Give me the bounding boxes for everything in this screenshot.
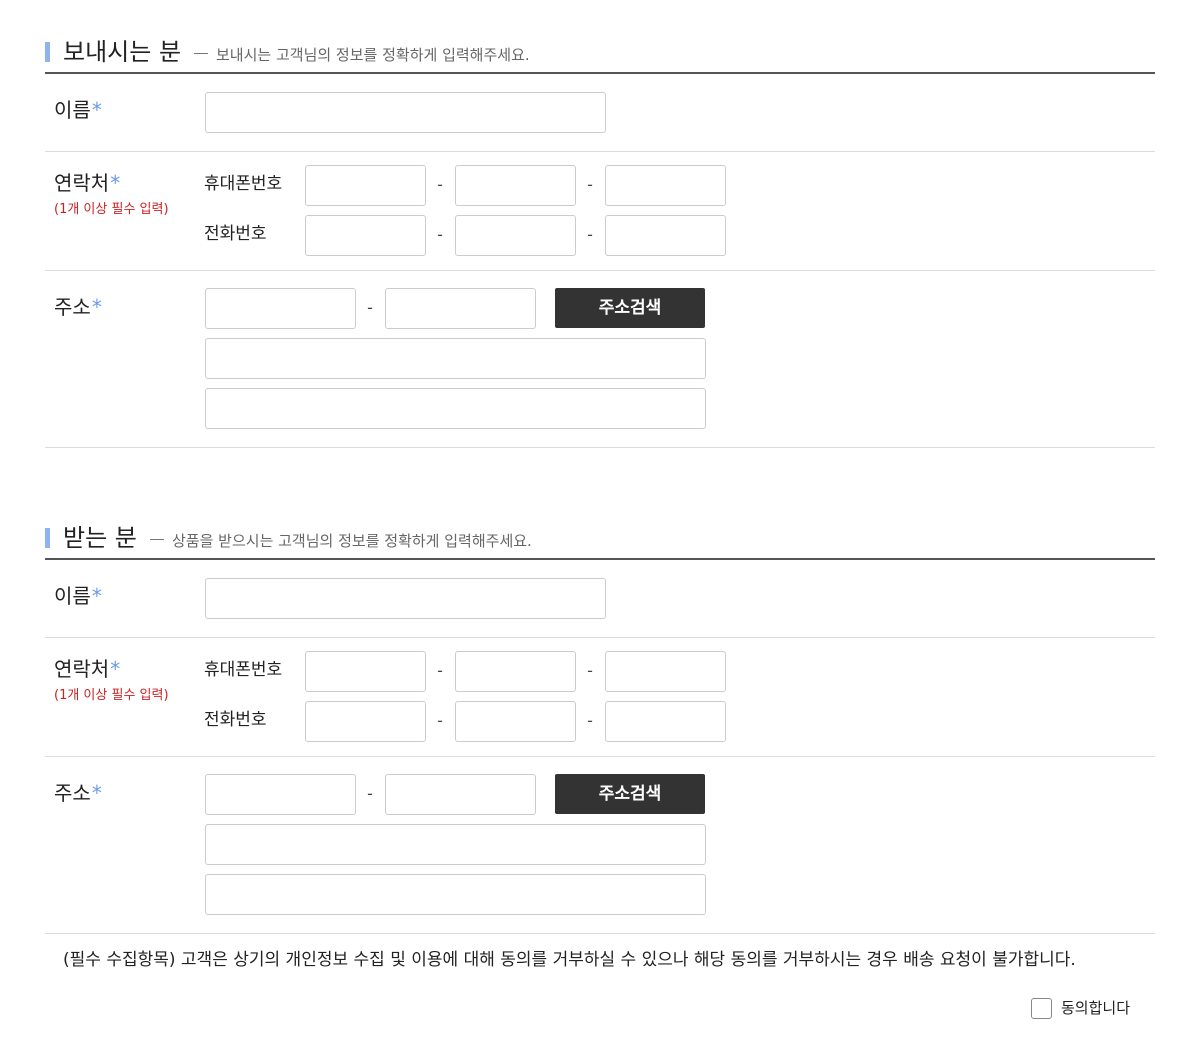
hyphen: - [437, 661, 443, 680]
receiver-section: 받는 분 상품을 받으시는 고객님의 정보를 정확하게 입력해주세요. 이름* … [45, 523, 1155, 934]
sender-title: 보내시는 분 [63, 38, 182, 66]
receiver-phone-part2-input[interactable] [455, 701, 576, 742]
sender-address-label: 주소* [54, 295, 102, 319]
receiver-mobile-part2-input[interactable] [455, 651, 576, 692]
sender-address-search-button[interactable]: 주소검색 [555, 288, 705, 328]
receiver-phone-part3-input[interactable] [605, 701, 726, 742]
hyphen: - [367, 784, 373, 803]
sender-mobile-part3-input[interactable] [605, 165, 726, 206]
sender-description-wrap: 보내시는 고객님의 정보를 정확하게 입력해주세요. [194, 45, 530, 65]
dash-icon [150, 539, 164, 540]
receiver-address-search-button[interactable]: 주소검색 [555, 774, 705, 814]
receiver-name-input[interactable] [205, 578, 606, 619]
receiver-description: 상품을 받으시는 고객님의 정보를 정확하게 입력해주세요. [172, 532, 532, 550]
sender-header: 보내시는 분 보내시는 고객님의 정보를 정확하게 입력해주세요. [45, 37, 1155, 74]
receiver-name-row: 이름* [45, 560, 1155, 638]
receiver-phone-label: 전화번호 [204, 710, 267, 730]
sender-phone-part1-input[interactable] [305, 215, 426, 256]
receiver-contact-note: (1개 이상 필수 입력) [54, 688, 169, 703]
agree-checkbox[interactable] [1031, 997, 1052, 1019]
required-mark: * [91, 295, 102, 319]
required-mark: * [91, 781, 102, 805]
receiver-contact-row: 연락처* (1개 이상 필수 입력) 휴대폰번호 - - 전화번호 - - [45, 638, 1155, 757]
receiver-name-label: 이름* [54, 584, 102, 608]
hyphen: - [437, 175, 443, 194]
sender-phone-part2-input[interactable] [455, 215, 576, 256]
required-mark: * [110, 657, 121, 681]
hyphen: - [367, 298, 373, 317]
dash-icon [194, 53, 208, 54]
sender-contact-note: (1개 이상 필수 입력) [54, 202, 169, 217]
receiver-phone-part1-input[interactable] [305, 701, 426, 742]
receiver-header: 받는 분 상품을 받으시는 고객님의 정보를 정확하게 입력해주세요. [45, 523, 1155, 560]
hyphen: - [587, 661, 593, 680]
sender-section: 보내시는 분 보내시는 고객님의 정보를 정확하게 입력해주세요. 이름* 연락… [45, 37, 1155, 448]
receiver-address-line1-input[interactable] [205, 824, 706, 865]
hyphen: - [587, 225, 593, 244]
required-mark: * [110, 171, 121, 195]
sender-contact-label: 연락처* [54, 171, 121, 195]
hyphen: - [437, 711, 443, 730]
section-accent-bar [45, 42, 50, 62]
hyphen: - [587, 711, 593, 730]
privacy-consent-notice: (필수 수집항목) 고객은 상기의 개인정보 수집 및 이용에 대해 동의를 거… [63, 950, 1076, 970]
sender-phone-label: 전화번호 [204, 224, 267, 244]
section-accent-bar [45, 528, 50, 548]
sender-zipcode-part2-input[interactable] [385, 288, 536, 329]
sender-contact-row: 연락처* (1개 이상 필수 입력) 휴대폰번호 - - 전화번호 - - [45, 152, 1155, 271]
sender-description: 보내시는 고객님의 정보를 정확하게 입력해주세요. [216, 46, 530, 64]
required-mark: * [91, 98, 102, 122]
receiver-address-row: 주소* - 주소검색 [45, 757, 1155, 934]
receiver-mobile-part1-input[interactable] [305, 651, 426, 692]
receiver-address-line2-input[interactable] [205, 874, 706, 915]
agree-label[interactable]: 동의합니다 [1061, 998, 1130, 1018]
receiver-mobile-part3-input[interactable] [605, 651, 726, 692]
sender-name-input[interactable] [205, 92, 606, 133]
sender-zipcode-part1-input[interactable] [205, 288, 356, 329]
sender-name-label: 이름* [54, 98, 102, 122]
sender-address-line1-input[interactable] [205, 338, 706, 379]
receiver-address-label: 주소* [54, 781, 102, 805]
required-mark: * [91, 584, 102, 608]
hyphen: - [587, 175, 593, 194]
sender-mobile-label: 휴대폰번호 [204, 174, 283, 194]
receiver-title: 받는 분 [63, 524, 137, 552]
sender-address-row: 주소* - 주소검색 [45, 271, 1155, 448]
sender-address-line2-input[interactable] [205, 388, 706, 429]
hyphen: - [437, 225, 443, 244]
receiver-mobile-label: 휴대폰번호 [204, 660, 283, 680]
receiver-description-wrap: 상품을 받으시는 고객님의 정보를 정확하게 입력해주세요. [150, 531, 532, 551]
agree-control[interactable]: 동의합니다 [1031, 997, 1130, 1019]
sender-name-row: 이름* [45, 74, 1155, 152]
receiver-zipcode-part2-input[interactable] [385, 774, 536, 815]
receiver-contact-label: 연락처* [54, 657, 121, 681]
receiver-zipcode-part1-input[interactable] [205, 774, 356, 815]
sender-mobile-part1-input[interactable] [305, 165, 426, 206]
sender-phone-part3-input[interactable] [605, 215, 726, 256]
sender-mobile-part2-input[interactable] [455, 165, 576, 206]
